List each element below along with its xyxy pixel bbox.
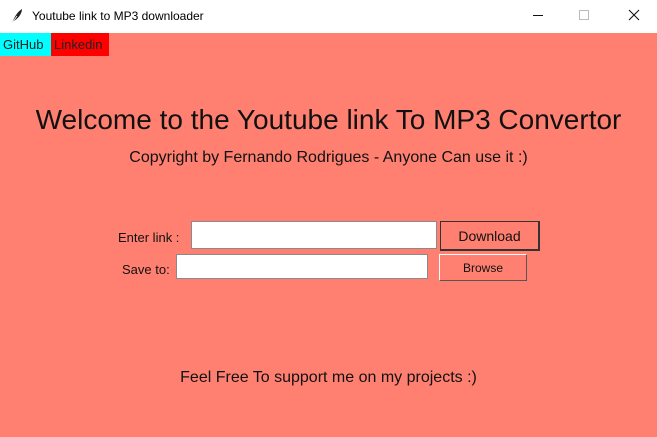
linkedin-link[interactable]: Linkedin bbox=[51, 33, 109, 56]
close-button[interactable] bbox=[611, 0, 657, 33]
github-link[interactable]: GitHub bbox=[0, 33, 51, 56]
maximize-button[interactable] bbox=[561, 0, 607, 33]
link-input[interactable] bbox=[191, 221, 437, 249]
save-path-input[interactable] bbox=[176, 254, 428, 279]
title-bar[interactable]: Youtube link to MP3 downloader bbox=[0, 0, 657, 33]
page-title: Welcome to the Youtube link To MP3 Conve… bbox=[35, 104, 622, 135]
browse-button[interactable]: Browse bbox=[439, 254, 527, 281]
feather-icon bbox=[10, 8, 24, 24]
minimize-button[interactable] bbox=[515, 0, 561, 33]
download-button[interactable]: Download bbox=[440, 221, 540, 251]
maximize-icon bbox=[578, 8, 590, 26]
link-label: Enter link : bbox=[118, 230, 180, 245]
minimize-icon bbox=[532, 8, 544, 26]
app-window: Youtube link to MP3 downloader GitHub Li… bbox=[0, 0, 657, 437]
copyright-text: Copyright by Fernando Rodrigues - Anyone… bbox=[129, 149, 528, 166]
window-title: Youtube link to MP3 downloader bbox=[32, 9, 204, 23]
support-text: Feel Free To support me on my projects :… bbox=[180, 369, 477, 386]
save-to-label: Save to: bbox=[122, 262, 170, 277]
close-icon bbox=[628, 8, 640, 26]
